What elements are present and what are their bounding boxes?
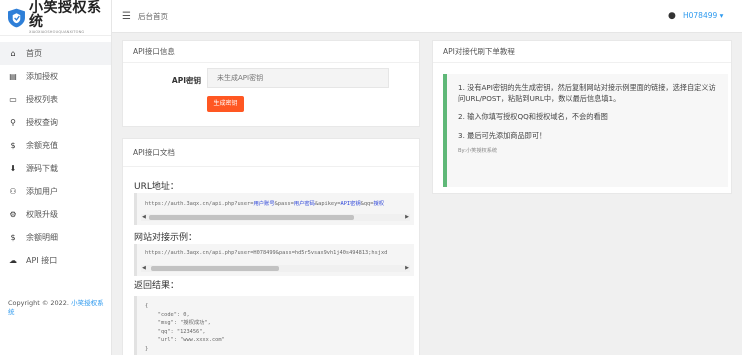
sidebar-item-add-user[interactable]: ⚇ 添加用户 [0, 180, 111, 203]
generate-key-button[interactable]: 生成密钥 [207, 96, 244, 112]
horizontal-scrollbar[interactable]: ◀ ▶ [141, 265, 410, 272]
scroll-left-icon[interactable]: ◀ [142, 265, 146, 272]
top-bar: ☰ 后台首页 ● H078499 ▾ [112, 0, 742, 33]
search-icon: ⚲ [10, 118, 16, 127]
sidebar-item-label: 余额明细 [26, 233, 58, 242]
scroll-right-icon[interactable]: ▶ [405, 214, 409, 221]
copyright: Copyright © 2022. 小笑授权系统 [8, 299, 106, 317]
logo-title: 小笑授权系统 [28, 0, 102, 30]
card-header: API对接代刷下单教程 [433, 41, 731, 63]
sidebar-item-license-query[interactable]: ⚲ 授权查询 [0, 111, 111, 134]
sidebar-item-label: 权限升级 [26, 210, 58, 219]
scroll-thumb[interactable] [149, 215, 354, 220]
logo[interactable]: 小笑授权系统 XIAOXIAOSHOUQUANXITONG [0, 0, 111, 36]
sidebar-nav: ⌂ 首页 ▤ 添加授权 ▭ 授权列表 ⚲ 授权查询 $ 余额充值 ⬇ 源码下载 ⚇ 添加用户 … [0, 42, 111, 272]
sidebar-item-api[interactable]: ☁ API 接口 [0, 249, 111, 272]
api-docs-card: API接口文档 URL地址： https://auth.3aqx.cn/api.… [122, 138, 420, 355]
scroll-thumb[interactable] [151, 266, 279, 271]
tutorial-step-1: 1. 没有API密钥的先生成密钥，然后复制网站对接示例里面的链接，选择自定义访问… [458, 83, 716, 103]
sidebar-item-upgrade[interactable]: ⚙ 权限升级 [0, 203, 111, 226]
api-key-input[interactable] [207, 68, 389, 88]
sidebar-item-label: 余额充值 [26, 141, 58, 150]
url-code-block[interactable]: https://auth.3aqx.cn/api.php?user=用户账号&p… [134, 193, 414, 225]
copyright-text: Copyright © 2022. [8, 299, 72, 307]
tutorial-step-3: 3. 最后可先添加商品即可！ [458, 130, 547, 140]
sidebar-item-recharge[interactable]: $ 余额充值 [0, 134, 111, 157]
api-info-card: API接口信息 API密钥 生成密钥 [122, 40, 420, 127]
card-header: API接口信息 [123, 41, 419, 63]
sidebar-item-license-list[interactable]: ▭ 授权列表 [0, 88, 111, 111]
sidebar-item-label: 授权查询 [26, 118, 58, 127]
example-title: 网站对接示例： [134, 233, 198, 243]
palette-icon[interactable]: ● [668, 11, 676, 21]
example-code-block[interactable]: https://auth.3aqx.cn/api.php?user=H07849… [134, 244, 414, 276]
result-title: 返回结果： [134, 281, 180, 291]
tutorial-note: By:小笑授权系统 [458, 148, 498, 154]
sidebar-item-label: 授权列表 [26, 95, 58, 104]
result-code-block: { "code": 0, "msg": "授权成功", "qq": "12345… [134, 296, 414, 355]
menu-icon[interactable]: ☰ [122, 11, 131, 22]
sidebar: 小笑授权系统 XIAOXIAOSHOUQUANXITONG ⌂ 首页 ▤ 添加授权 … [0, 0, 112, 355]
shield-logo-icon [8, 8, 25, 27]
user-add-icon: ⚇ [9, 187, 17, 196]
example-code: https://auth.3aqx.cn/api.php?user=H07849… [145, 250, 388, 256]
card-header: API接口文档 [123, 139, 419, 167]
cloud-icon: ☁ [9, 256, 17, 265]
sidebar-item-label: API 接口 [26, 256, 58, 265]
logo-subtitle: XIAOXIAOSHOUQUANXITONG [28, 29, 85, 34]
monitor-icon: ▭ [9, 95, 17, 104]
sidebar-item-balance-detail[interactable]: $ 余额明细 [0, 226, 111, 249]
sidebar-item-add-license[interactable]: ▤ 添加授权 [0, 65, 111, 88]
result-json: { "code": 0, "msg": "授权成功", "qq": "12345… [145, 303, 225, 352]
scroll-left-icon[interactable]: ◀ [142, 214, 146, 221]
api-key-label: API密钥 [171, 76, 201, 85]
sidebar-item-label: 首页 [26, 49, 42, 58]
dollar-icon: $ [10, 141, 16, 150]
url-code: https://auth.3aqx.cn/api.php?user=用户账号&p… [145, 201, 385, 207]
tutorial-quote: 1. 没有API密钥的先生成密钥，然后复制网站对接示例里面的链接，选择自定义访问… [443, 74, 728, 187]
horizontal-scrollbar[interactable]: ◀ ▶ [141, 214, 410, 221]
user-menu[interactable]: H078499 ▾ [683, 11, 723, 20]
sidebar-item-source-download[interactable]: ⬇ 源码下载 [0, 157, 111, 180]
dollar-icon: $ [10, 233, 16, 242]
url-title: URL地址： [134, 182, 179, 192]
sidebar-item-label: 源码下载 [26, 164, 58, 173]
breadcrumb[interactable]: 后台首页 [138, 11, 168, 22]
settings-icon: ⚙ [9, 210, 17, 219]
username: H078499 [683, 11, 718, 20]
tutorial-step-2: 2. 输入你填写授权QQ和授权域名，不会的看图 [458, 112, 608, 121]
book-icon: ▤ [9, 72, 17, 81]
sidebar-item-label: 添加授权 [26, 72, 58, 81]
sidebar-item-label: 添加用户 [26, 187, 58, 196]
download-icon: ⬇ [9, 164, 17, 173]
tutorial-card: API对接代刷下单教程 1. 没有API密钥的先生成密钥，然后复制网站对接示例里… [432, 40, 732, 194]
sidebar-item-home[interactable]: ⌂ 首页 [0, 42, 111, 65]
scroll-right-icon[interactable]: ▶ [405, 265, 409, 272]
home-icon: ⌂ [10, 49, 16, 58]
chevron-down-icon: ▾ [719, 11, 724, 20]
